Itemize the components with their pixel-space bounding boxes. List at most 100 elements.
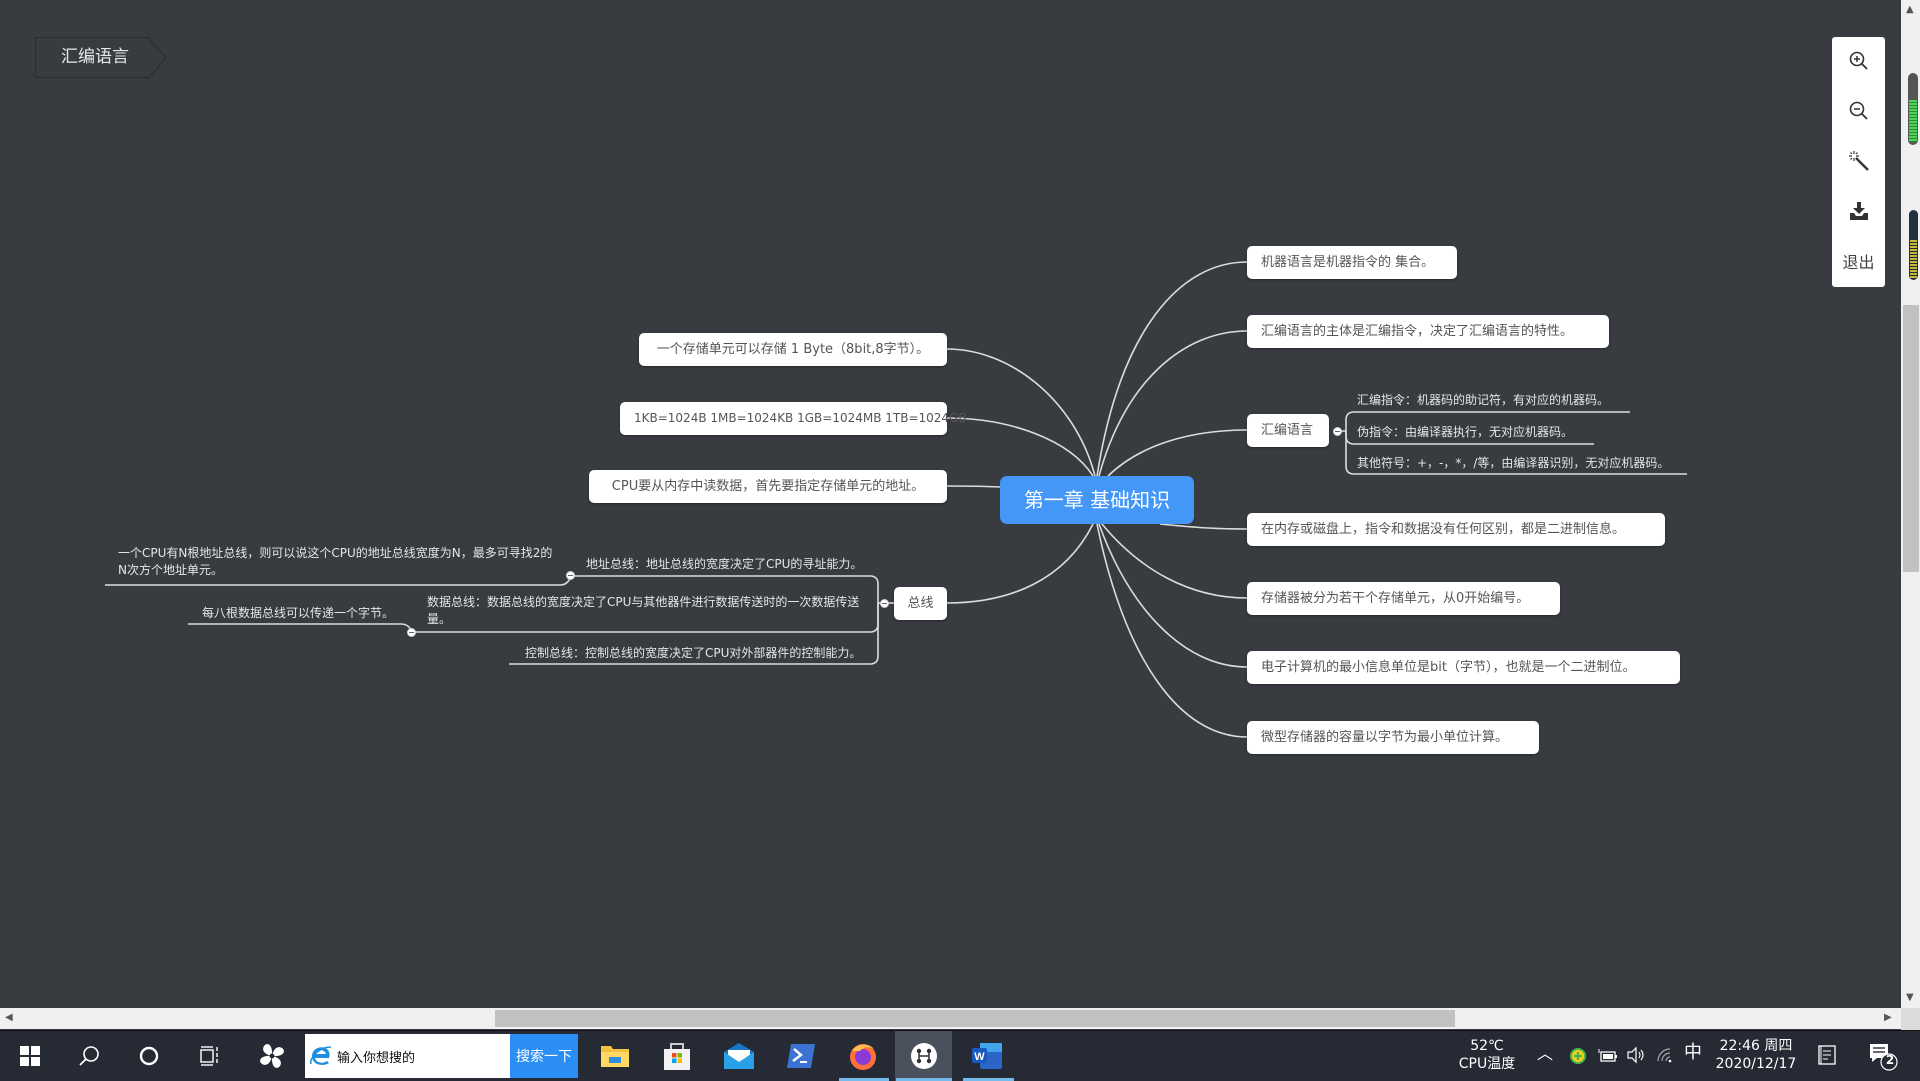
cortana-button[interactable] bbox=[124, 1031, 174, 1081]
subtopic-other-symbols[interactable]: 其他符号：+，-，*，/等，由编译器识别，无对应机器码。 bbox=[1357, 454, 1669, 471]
topic-label: 一个存储单元可以存储 1 Byte（8bit,8字节）。 bbox=[656, 342, 930, 357]
exit-label: 退出 bbox=[1842, 253, 1875, 272]
topic-label: 在内存或磁盘上，指令和数据没有任何区别，都是二进制信息。 bbox=[1261, 522, 1626, 537]
search-submit-button[interactable]: 搜索一下 bbox=[510, 1034, 578, 1078]
mindmap-canvas[interactable]: 汇编语言 第一章 基础知识 机器语言是机器指令的 集合。 汇编语言的主体是汇编指… bbox=[0, 0, 1901, 1008]
link-left-0 bbox=[946, 348, 1096, 477]
task-view-button[interactable] bbox=[185, 1031, 235, 1081]
topic-node[interactable]: 一个存储单元可以存储 1 Byte（8bit,8字节）。 bbox=[639, 333, 947, 366]
meter-fill-green bbox=[1909, 100, 1917, 142]
detail-label: 每八根数据总线可以传递一个字节。 bbox=[202, 606, 395, 620]
mail-button[interactable] bbox=[714, 1031, 764, 1081]
powershell-icon bbox=[787, 1044, 815, 1068]
cortana-icon bbox=[139, 1046, 159, 1066]
link-right-5 bbox=[1098, 523, 1248, 668]
notes-icon[interactable] bbox=[1818, 1045, 1836, 1069]
zoom-in-button[interactable] bbox=[1832, 41, 1885, 81]
subtopic-control-bus[interactable]: 控制总线：控制总线的宽度决定了CPU对外部器件的控制能力。 bbox=[525, 644, 861, 661]
topic-label: 1KB=1024B 1MB=1024KB 1GB=1024MB 1TB=1024… bbox=[634, 411, 967, 425]
subtopic-label: 数据总线：数据总线的宽度决定了CPU与其他器件进行数据传送时的一次数据传送量。 bbox=[427, 595, 860, 626]
scroll-down-arrow-icon[interactable]: ▼ bbox=[1906, 992, 1914, 1003]
topic-label: 汇编语言的主体是汇编指令，决定了汇编语言的特性。 bbox=[1261, 324, 1574, 339]
mic-meter bbox=[1909, 210, 1918, 280]
detail-address-bus[interactable]: 一个CPU有N根地址总线，则可以说这个CPU的地址总线宽度为N，最多可寻找2的N… bbox=[118, 545, 558, 579]
topic-node[interactable]: 存储器被分为若干个存储单元，从0开始编号。 bbox=[1247, 582, 1560, 615]
word-button[interactable]: W bbox=[962, 1031, 1012, 1081]
collapse-toggle[interactable] bbox=[566, 571, 575, 580]
subtopic-address-bus[interactable]: 地址总线：地址总线的宽度决定了CPU的寻址能力。 bbox=[586, 555, 862, 572]
breadcrumb-item[interactable]: 汇编语言 bbox=[35, 37, 150, 78]
browser-search-input[interactable]: 输入你想搜的 bbox=[305, 1034, 510, 1078]
tray-expand-chevron-icon[interactable]: ︿ bbox=[1537, 1045, 1553, 1063]
topic-label: 微型存储器的容量以字节为最小单位计算。 bbox=[1261, 730, 1509, 745]
security-app-icon[interactable] bbox=[1569, 1047, 1587, 1069]
wifi-icon[interactable] bbox=[1656, 1047, 1674, 1067]
folder-icon bbox=[601, 1046, 629, 1067]
start-button[interactable] bbox=[5, 1031, 55, 1081]
auto-layout-button[interactable] bbox=[1832, 141, 1885, 181]
topic-node-assembly[interactable]: 汇编语言 bbox=[1247, 414, 1329, 447]
search-button[interactable] bbox=[64, 1031, 114, 1081]
file-explorer-button[interactable] bbox=[590, 1031, 640, 1081]
collapse-toggle[interactable] bbox=[407, 628, 416, 637]
task-view-icon bbox=[200, 1046, 218, 1066]
vertical-scroll-thumb[interactable] bbox=[1903, 305, 1919, 572]
ime-indicator[interactable]: 中 bbox=[1684, 1044, 1702, 1062]
volume-icon[interactable] bbox=[1626, 1046, 1646, 1068]
firefox-button[interactable] bbox=[838, 1031, 888, 1081]
mindmap-toolbar: 退出 bbox=[1832, 37, 1885, 287]
topic-node[interactable]: 微型存储器的容量以字节为最小单位计算。 bbox=[1247, 721, 1539, 754]
exit-button[interactable]: 退出 bbox=[1832, 241, 1885, 281]
fan-icon bbox=[260, 1044, 284, 1068]
topic-node-bus[interactable]: 总线 bbox=[894, 587, 947, 620]
zoom-in-icon bbox=[1849, 51, 1868, 70]
scroll-left-arrow-icon[interactable]: ◀ bbox=[5, 1012, 13, 1023]
magic-wand-icon bbox=[1848, 151, 1869, 171]
topic-node[interactable]: 汇编语言的主体是汇编指令，决定了汇编语言的特性。 bbox=[1247, 315, 1609, 348]
subtopic-label: 地址总线：地址总线的宽度决定了CPU的寻址能力。 bbox=[586, 557, 863, 571]
link-right-4 bbox=[1101, 523, 1248, 599]
topic-node[interactable]: 机器语言是机器指令的 集合。 bbox=[1247, 246, 1457, 279]
subtopic-label: 其他符号：+，-，*，/等，由编译器识别，无对应机器码。 bbox=[1357, 456, 1670, 470]
subtopic-data-bus[interactable]: 数据总线：数据总线的宽度决定了CPU与其他器件进行数据传送时的一次数据传送量。 bbox=[427, 594, 867, 628]
meter-fill-yellow bbox=[1910, 240, 1917, 278]
topic-node[interactable]: 电子计算机的最小信息单位是bit（字节），也就是一个二进制位。 bbox=[1247, 651, 1680, 684]
collapse-toggle[interactable] bbox=[880, 599, 889, 608]
root-node[interactable]: 第一章 基础知识 bbox=[1000, 476, 1194, 524]
link-right-2 bbox=[1107, 429, 1248, 477]
horizontal-scroll-thumb[interactable] bbox=[495, 1010, 1455, 1027]
topic-label: 汇编语言 bbox=[1261, 423, 1314, 438]
topic-node[interactable]: 在内存或磁盘上，指令和数据没有任何区别，都是二进制信息。 bbox=[1247, 513, 1665, 546]
powershell-button[interactable] bbox=[776, 1031, 826, 1081]
cpu-temp-label: CPU温度 bbox=[1458, 1056, 1516, 1072]
clock[interactable]: 22:46 周四 2020/12/17 bbox=[1706, 1037, 1806, 1073]
connector-lines bbox=[105, 261, 1687, 738]
collapse-toggle[interactable] bbox=[1333, 427, 1342, 436]
topic-node[interactable]: 1KB=1024B 1MB=1024KB 1GB=1024MB 1TB=1024… bbox=[620, 402, 967, 435]
subtopic-asm-instruction[interactable]: 汇编指令：机器码的助记符，有对应的机器码。 bbox=[1357, 391, 1609, 408]
fan-app-button[interactable] bbox=[247, 1031, 297, 1081]
search-icon bbox=[79, 1046, 99, 1066]
clock-date: 2020/12/17 bbox=[1715, 1056, 1797, 1072]
subtopic-label: 汇编指令：机器码的助记符，有对应的机器码。 bbox=[1357, 393, 1610, 407]
zoom-out-button[interactable] bbox=[1832, 91, 1885, 131]
download-button[interactable] bbox=[1832, 191, 1885, 231]
horizontal-scrollbar[interactable]: ◀ ▶ bbox=[0, 1008, 1901, 1029]
detail-data-bus[interactable]: 每八根数据总线可以传递一个字节。 bbox=[202, 604, 394, 621]
topic-node[interactable]: CPU要从内存中读数据，首先要指定存储单元的地址。 bbox=[589, 470, 947, 503]
subtopic-pseudo-instruction[interactable]: 伪指令：由编译器执行，无对应机器码。 bbox=[1357, 423, 1573, 440]
topic-label: CPU要从内存中读数据，首先要指定存储单元的地址。 bbox=[611, 479, 925, 494]
windows-icon bbox=[20, 1046, 40, 1066]
scroll-right-arrow-icon[interactable]: ▶ bbox=[1884, 1012, 1892, 1023]
store-button[interactable] bbox=[652, 1031, 702, 1081]
taskbar: 输入你想搜的 搜索一下 W 52℃ CPU温度 ︿ 中 22:46 周四 202… bbox=[0, 1030, 1920, 1081]
scroll-up-arrow-icon[interactable]: ▲ bbox=[1906, 4, 1914, 15]
action-center-button[interactable]: 2 bbox=[1869, 1043, 1899, 1075]
breadcrumb-arrow-icon bbox=[148, 37, 167, 79]
mail-icon bbox=[724, 1043, 754, 1069]
mindmap-app-button[interactable] bbox=[895, 1031, 952, 1081]
vertical-scrollbar[interactable]: ▲ ▼ bbox=[1901, 0, 1920, 1008]
cpu-temperature-widget[interactable]: 52℃ CPU温度 bbox=[1447, 1037, 1527, 1073]
battery-icon[interactable] bbox=[1598, 1048, 1618, 1067]
topic-label: 机器语言是机器指令的 集合。 bbox=[1261, 255, 1435, 270]
